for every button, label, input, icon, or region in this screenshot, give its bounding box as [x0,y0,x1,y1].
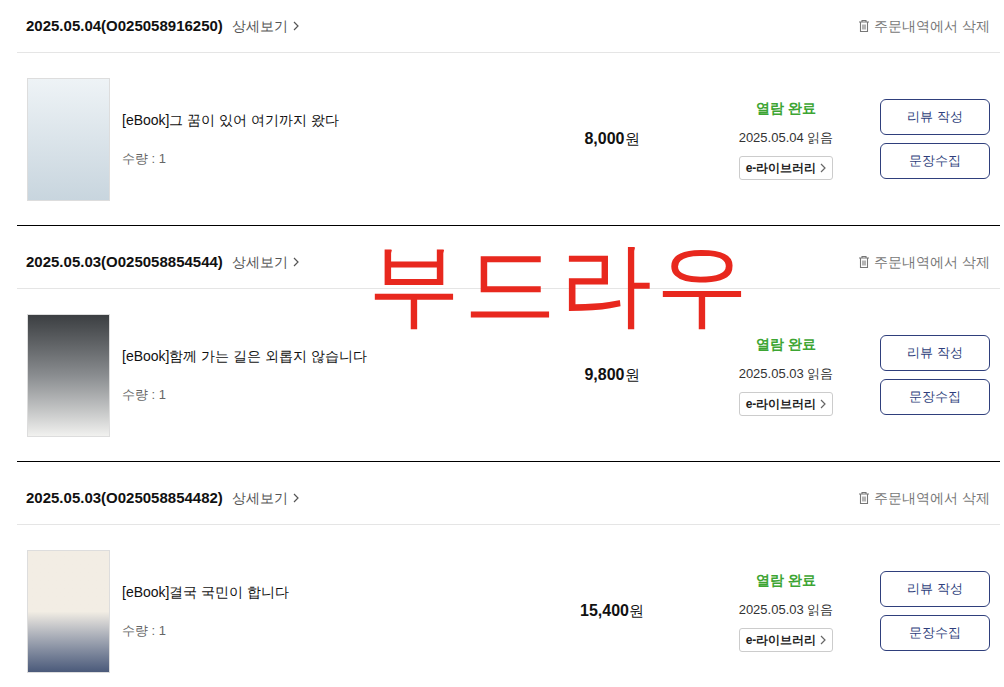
trash-icon [858,491,870,505]
delete-label[interactable]: 주문내역에서 삭제 [874,488,990,509]
delete-label[interactable]: 주문내역에서 삭제 [874,16,990,37]
chevron-icon [293,21,299,31]
detail-label[interactable]: 상세보기 [232,252,288,273]
read-date: 2025.05.03 읽음 [739,364,834,384]
quantity: 수량 : 1 [122,621,552,641]
book-cover[interactable] [27,314,110,437]
order-number: 2025.05.04(O025058916250) [26,15,223,38]
detail-link[interactable]: 상세보기 [232,252,299,273]
order-header: 2025.05.03(O025058854482) 상세보기 주문내역에서 삭제 [17,462,1000,525]
delete-order-button[interactable]: 주문내역에서 삭제 [858,488,990,509]
detail-label[interactable]: 상세보기 [232,488,288,509]
price-currency: 원 [625,128,640,151]
detail-label[interactable]: 상세보기 [232,16,288,37]
read-date: 2025.05.03 읽음 [739,600,834,620]
price: 8,000원 [552,127,672,151]
book-title[interactable]: [eBook]함께 가는 길은 외롭지 않습니다 [122,346,552,367]
read-status: 열람 완료 [756,570,816,591]
chevron-icon [293,257,299,267]
read-status: 열람 완료 [756,334,816,355]
order-block: 2025.05.03(O025058854482) 상세보기 주문내역에서 삭제 [e… [17,462,1000,687]
library-label[interactable]: e-라이브러리 [746,395,817,413]
delete-order-button[interactable]: 주문내역에서 삭제 [858,252,990,273]
price: 15,400원 [552,599,672,623]
price-currency: 원 [625,364,640,387]
order-block: 2025.05.03(O025058854544) 상세보기 주문내역에서 삭제 [e… [17,226,1000,462]
delete-order-button[interactable]: 주문내역에서 삭제 [858,16,990,37]
order-item-row: [eBook]결국 국민이 합니다수량 : 115,400원열람 완료2025.… [17,525,1000,687]
book-title[interactable]: [eBook]그 꿈이 있어 여기까지 왔다 [122,110,552,131]
review-button[interactable]: 리뷰 작성 [880,99,990,135]
price-amount: 9,800 [584,363,624,387]
library-button[interactable]: e-라이브러리 [739,392,834,416]
collect-button[interactable]: 문장수집 [880,379,990,415]
collect-button[interactable]: 문장수집 [880,615,990,651]
quantity: 수량 : 1 [122,149,552,169]
collect-button[interactable]: 문장수집 [880,143,990,179]
order-header: 2025.05.03(O025058854544) 상세보기 주문내역에서 삭제 [17,226,1000,289]
read-date: 2025.05.04 읽음 [739,128,834,148]
trash-icon [858,255,870,269]
delete-label[interactable]: 주문내역에서 삭제 [874,252,990,273]
order-number: 2025.05.03(O025058854482) [26,487,223,510]
order-item-row: [eBook]함께 가는 길은 외롭지 않습니다수량 : 19,800원열람 완… [17,289,1000,461]
chevron-icon [293,493,299,503]
order-number: 2025.05.03(O025058854544) [26,251,223,274]
book-title[interactable]: [eBook]결국 국민이 합니다 [122,582,552,603]
trash-icon [858,19,870,33]
library-label[interactable]: e-라이브러리 [746,159,817,177]
book-cover[interactable] [27,78,110,201]
price-currency: 원 [629,600,644,623]
chevron-icon [820,163,826,173]
quantity: 수량 : 1 [122,385,552,405]
chevron-icon [820,635,826,645]
price-amount: 8,000 [584,127,624,151]
chevron-icon [820,399,826,409]
library-button[interactable]: e-라이브러리 [739,628,834,652]
read-status: 열람 완료 [756,98,816,119]
book-cover[interactable] [27,550,110,673]
price-amount: 15,400 [580,599,629,623]
review-button[interactable]: 리뷰 작성 [880,335,990,371]
order-block: 2025.05.04(O025058916250) 상세보기 주문내역에서 삭제 [e… [17,0,1000,226]
detail-link[interactable]: 상세보기 [232,488,299,509]
detail-link[interactable]: 상세보기 [232,16,299,37]
library-label[interactable]: e-라이브러리 [746,631,817,649]
review-button[interactable]: 리뷰 작성 [880,571,990,607]
library-button[interactable]: e-라이브러리 [739,156,834,180]
order-header: 2025.05.04(O025058916250) 상세보기 주문내역에서 삭제 [17,0,1000,53]
handwritten-annotation: 부드라우 [368,238,752,330]
order-item-row: [eBook]그 꿈이 있어 여기까지 왔다수량 : 18,000원열람 완료2… [17,53,1000,225]
price: 9,800원 [552,363,672,387]
